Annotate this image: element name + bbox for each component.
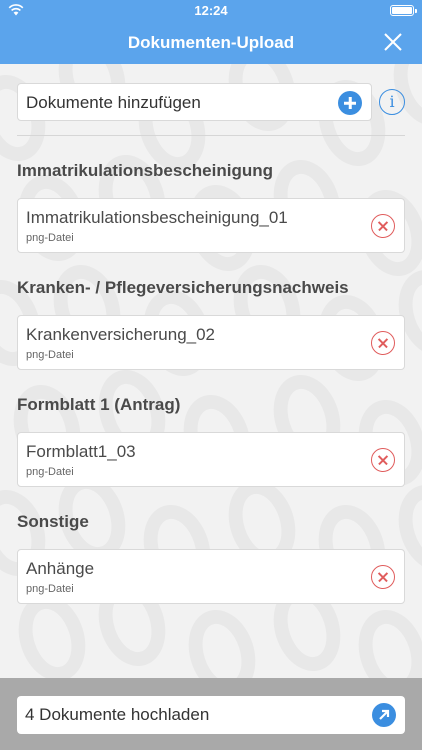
section-title-formblatt: Formblatt 1 (Antrag) bbox=[17, 395, 181, 414]
page-title: Dokumenten-Upload bbox=[127, 33, 295, 52]
info-icon[interactable]: i bbox=[379, 89, 405, 115]
plus-circle-icon[interactable] bbox=[338, 91, 362, 115]
file-name: Anhänge bbox=[26, 559, 95, 578]
upload-label: 4 Dokumente hochladen bbox=[25, 705, 210, 724]
remove-icon[interactable] bbox=[371, 214, 395, 238]
close-icon[interactable] bbox=[382, 31, 404, 53]
upload-button[interactable]: 4 Dokumente hochladen bbox=[17, 696, 405, 734]
status-bar: 12:24 bbox=[0, 0, 422, 20]
section-title-sonstige: Sonstige bbox=[17, 512, 89, 531]
file-type: png-Datei bbox=[26, 583, 74, 595]
divider bbox=[17, 135, 405, 136]
file-type: png-Datei bbox=[26, 466, 74, 478]
bottom-bar: 4 Dokumente hochladen bbox=[0, 678, 422, 750]
battery-icon bbox=[390, 5, 417, 16]
file-name: Krankenversicherung_02 bbox=[26, 325, 216, 344]
add-documents-row[interactable]: Dokumente hinzufügen bbox=[17, 83, 372, 121]
file-card-sonstige[interactable]: Anhänge png-Datei bbox=[17, 549, 405, 604]
file-name: Formblatt1_03 bbox=[26, 442, 136, 461]
section-title-immatrikulation: Immatrikulationsbescheinigung bbox=[17, 161, 273, 180]
remove-icon[interactable] bbox=[371, 448, 395, 472]
section-title-krankenversicherung: Kranken- / Pflegeversicherungsnachweis bbox=[17, 278, 349, 297]
file-card-formblatt[interactable]: Formblatt1_03 png-Datei bbox=[17, 432, 405, 487]
upload-arrow-icon[interactable] bbox=[372, 703, 396, 727]
file-card-immatrikulation[interactable]: Immatrikulationsbescheinigung_01 png-Dat… bbox=[17, 198, 405, 253]
status-time: 12:24 bbox=[194, 3, 228, 18]
remove-icon[interactable] bbox=[371, 565, 395, 589]
file-type: png-Datei bbox=[26, 349, 74, 361]
file-name: Immatrikulationsbescheinigung_01 bbox=[26, 208, 288, 227]
remove-icon[interactable] bbox=[371, 331, 395, 355]
file-card-krankenversicherung[interactable]: Krankenversicherung_02 png-Datei bbox=[17, 315, 405, 370]
navigation-bar: Dokumenten-Upload bbox=[0, 20, 422, 64]
file-type: png-Datei bbox=[26, 232, 74, 244]
add-documents-label: Dokumente hinzufügen bbox=[26, 93, 201, 112]
